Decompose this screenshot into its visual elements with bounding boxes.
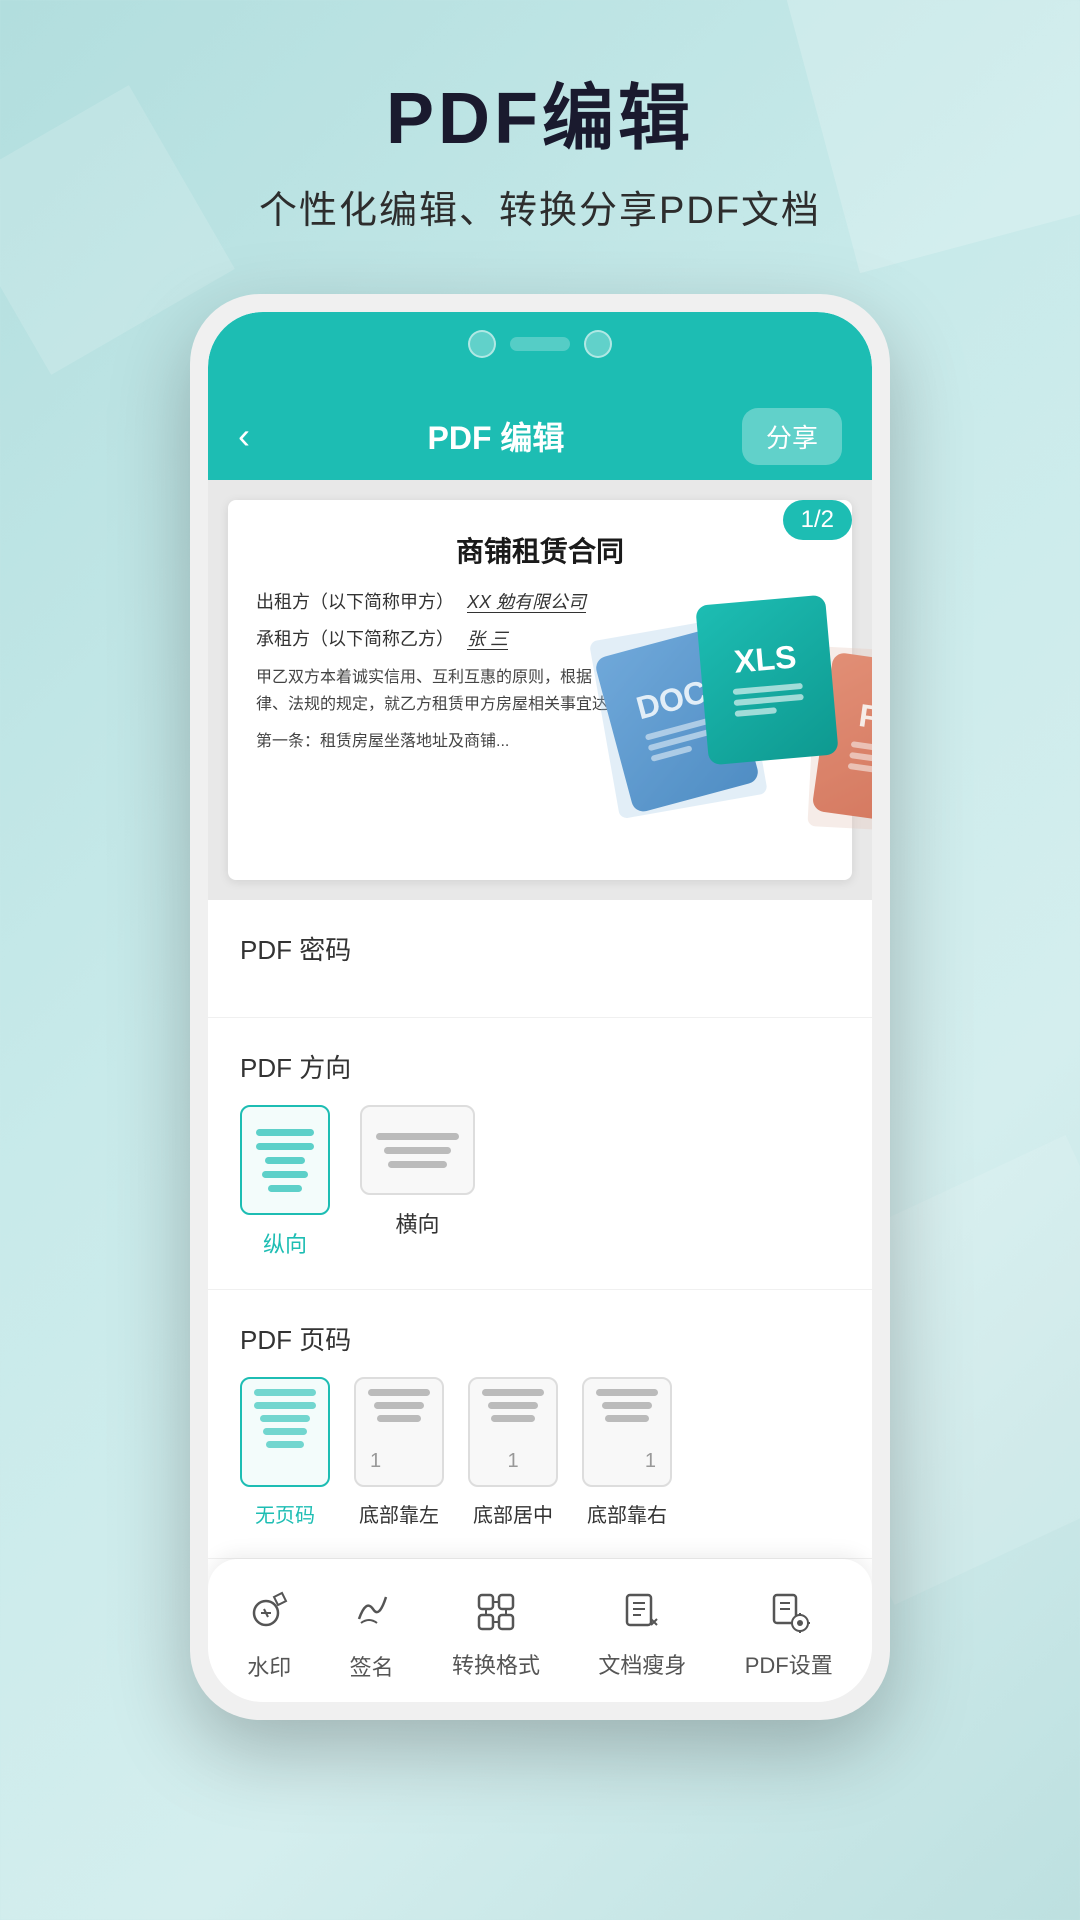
password-section: PDF 密码 [208, 900, 872, 1018]
notch-camera-right [584, 330, 612, 358]
signature-label: 签名 [350, 1650, 394, 1682]
phone-notch [208, 312, 872, 392]
phone-mockup: ‹ PDF 编辑 分享 1/2 商铺租赁合同 出租方（以下简称甲方） XX 勉有… [190, 294, 890, 1720]
page-num-none-icon [240, 1377, 330, 1487]
file-icons-container: DOC XLS [612, 560, 872, 840]
notch-camera-area [468, 330, 612, 358]
watermark-label: 水印 [247, 1650, 291, 1682]
page-num-br-label: 底部靠右 [587, 1499, 667, 1528]
page-num-none-label: 无页码 [255, 1499, 315, 1528]
pdf-settings-icon [768, 1591, 810, 1638]
convert-icon [475, 1591, 517, 1638]
bottom-toolbar: 水印 签名 [208, 1559, 872, 1702]
toolbar-convert[interactable]: 转换格式 [436, 1581, 556, 1690]
page-num-bc-label: 底部居中 [473, 1499, 553, 1528]
page-num-bl-label: 底部靠左 [359, 1499, 439, 1528]
toolbar-pdf-settings[interactable]: PDF设置 [729, 1581, 849, 1690]
watermark-icon [248, 1589, 290, 1640]
page-header: PDF编辑 个性化编辑、转换分享PDF文档 [0, 0, 1080, 254]
signature-icon [351, 1589, 393, 1640]
page-number-section-title: PDF 页码 [240, 1320, 840, 1357]
page-num-none[interactable]: 无页码 [240, 1377, 330, 1528]
page-title: PDF编辑 [0, 80, 1080, 159]
document-area: 1/2 商铺租赁合同 出租方（以下简称甲方） XX 勉有限公司 承租方（以下简称… [208, 480, 872, 900]
page-num-bl-icon: 1 [354, 1377, 444, 1487]
page-num-options: 无页码 1 底部靠左 [240, 1377, 840, 1528]
notch-camera-left [468, 330, 496, 358]
page-num-bottom-right[interactable]: 1 底部靠右 [582, 1377, 672, 1528]
xls-file-icon: XLS [695, 595, 838, 766]
page-num-bottom-left[interactable]: 1 底部靠左 [354, 1377, 444, 1528]
page-number-section: PDF 页码 无页码 [208, 1290, 872, 1559]
share-button[interactable]: 分享 [742, 408, 842, 465]
pdf-settings-label: PDF设置 [745, 1648, 833, 1680]
app-header-bar: ‹ PDF 编辑 分享 [208, 392, 872, 480]
compress-label: 文档瘦身 [598, 1648, 686, 1680]
direction-section-title: PDF 方向 [240, 1048, 840, 1085]
notch-sensor [510, 337, 570, 351]
app-bar-title: PDF 编辑 [428, 413, 565, 459]
password-section-title: PDF 密码 [240, 930, 840, 967]
page-badge: 1/2 [783, 500, 852, 540]
toolbar-signature[interactable]: 签名 [334, 1579, 410, 1692]
page-num-br-icon: 1 [582, 1377, 672, 1487]
back-button[interactable]: ‹ [238, 415, 250, 457]
phone-outer: ‹ PDF 编辑 分享 1/2 商铺租赁合同 出租方（以下简称甲方） XX 勉有… [190, 294, 890, 1720]
page-subtitle: 个性化编辑、转换分享PDF文档 [0, 179, 1080, 234]
xls-lines [733, 683, 806, 722]
page-num-bc-icon: 1 [468, 1377, 558, 1487]
phone-inner: ‹ PDF 编辑 分享 1/2 商铺租赁合同 出租方（以下简称甲方） XX 勉有… [208, 312, 872, 1702]
toolbar-watermark[interactable]: 水印 [231, 1579, 307, 1692]
direction-portrait[interactable]: 纵向 [240, 1105, 330, 1259]
page-num-bottom-center[interactable]: 1 底部居中 [468, 1377, 558, 1528]
direction-section: PDF 方向 纵向 [208, 1018, 872, 1290]
compress-icon [621, 1591, 663, 1638]
portrait-label: 纵向 [263, 1227, 307, 1259]
landscape-label: 横向 [395, 1207, 439, 1239]
direction-landscape[interactable]: 横向 [360, 1105, 475, 1259]
portrait-icon [240, 1105, 330, 1215]
toolbar-compress[interactable]: 文档瘦身 [582, 1581, 702, 1690]
direction-options: 纵向 横向 [240, 1105, 840, 1259]
xls-label: XLS [733, 639, 798, 681]
settings-panel: PDF 密码 PDF 方向 [208, 900, 872, 1559]
convert-label: 转换格式 [452, 1648, 540, 1680]
landscape-icon [360, 1105, 475, 1195]
